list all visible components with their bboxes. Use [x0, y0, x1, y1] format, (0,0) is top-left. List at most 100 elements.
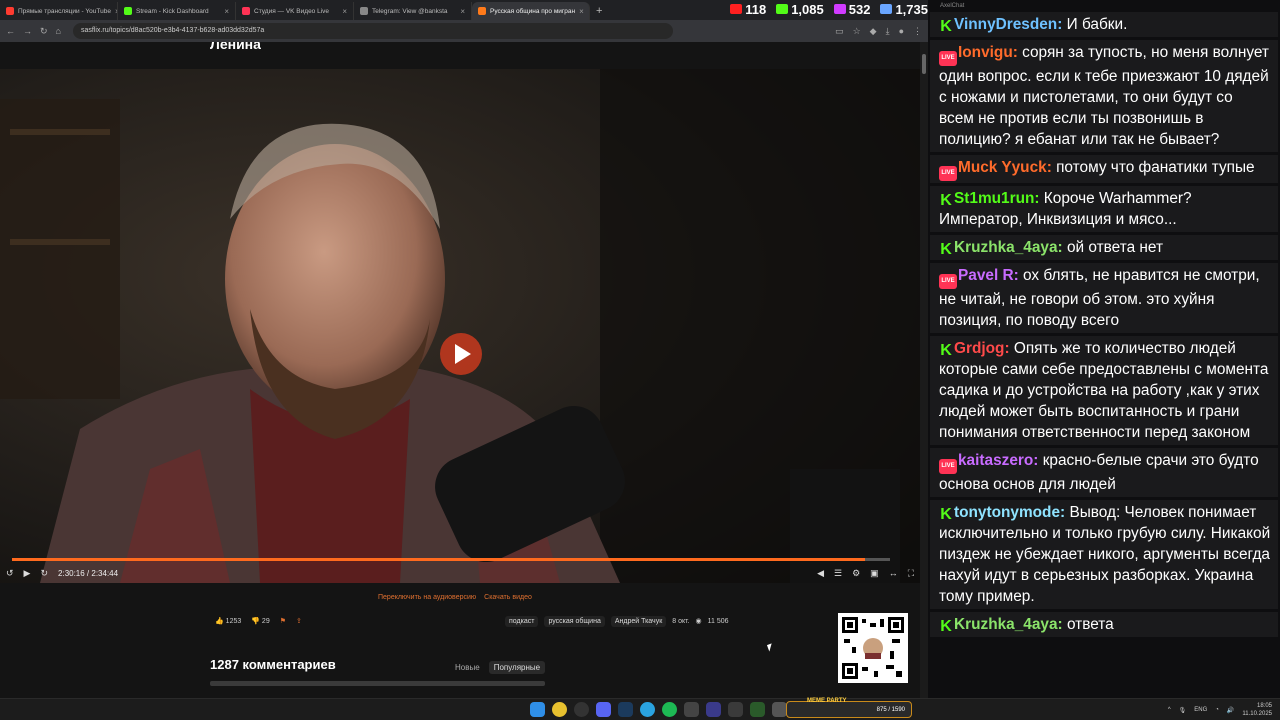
pip-icon[interactable]: ▣ — [870, 568, 879, 579]
comment-input-bar[interactable] — [210, 681, 545, 686]
fullscreen-icon[interactable]: ⛶ — [908, 568, 914, 579]
obs-icon[interactable] — [574, 702, 589, 717]
video-progress-bar[interactable] — [12, 558, 890, 561]
playlist-icon[interactable]: ☰ — [834, 568, 842, 579]
page-scrollbar[interactable] — [920, 42, 928, 698]
browser-tab[interactable]: Stream - Kick Dashboard × — [118, 2, 236, 20]
play-button[interactable] — [440, 333, 482, 375]
chat-message: LIVE Muck Yyuck: потому что фанатики тупы… — [930, 155, 1278, 183]
url-field[interactable]: sasflix.ru/topics/d8ac520b-e3b4-4137-b62… — [72, 23, 673, 39]
tab-close-icon[interactable]: × — [460, 7, 465, 16]
forward-skip-icon[interactable]: ↻ — [40, 568, 48, 579]
chat-username[interactable]: VinnyDresden — [954, 16, 1057, 33]
chat-username[interactable]: St1mu1run — [954, 190, 1034, 207]
chat-username[interactable]: Pavel R — [958, 267, 1014, 284]
browser-tab[interactable]: Прямые трансляции - YouTube× — [0, 2, 118, 20]
app-icon[interactable] — [684, 702, 699, 717]
chat-username[interactable]: tonytonymode — [954, 504, 1060, 521]
browser-tab[interactable]: Русская община про мигран × — [472, 2, 590, 20]
meme-party-counter: 875 / 1590 — [876, 706, 905, 713]
mic-icon[interactable]: 🎙 — [1179, 707, 1187, 714]
vk-badge-icon: LIVE — [939, 166, 957, 181]
tag-community[interactable]: русская община — [544, 615, 605, 627]
telegram-icon[interactable] — [640, 702, 655, 717]
taskbar-apps — [530, 702, 809, 717]
chat-separator: : — [1046, 159, 1057, 176]
sort-new[interactable]: Новые — [450, 661, 485, 674]
chat-username[interactable]: Muck Yyuck — [958, 159, 1047, 176]
scrollbar-thumb[interactable] — [922, 54, 926, 74]
tag-podcast[interactable]: подкаст — [505, 615, 539, 627]
back-icon[interactable]: ← — [6, 26, 15, 36]
viewer-counters: 118 1,085 532 1,735 — [730, 0, 928, 18]
tray-arrow-icon[interactable]: ^ — [1168, 707, 1171, 713]
bookmark-icon[interactable]: ⚑ — [280, 617, 286, 625]
terminal-icon[interactable] — [772, 702, 787, 717]
chat-separator: : — [1057, 16, 1067, 33]
address-bar: ← → ↻ ⌂ sasflix.ru/topics/d8ac520b-e3b4-… — [0, 20, 928, 42]
extensions-icon[interactable]: ◆ — [870, 26, 877, 37]
gamepad-icon[interactable] — [728, 702, 743, 717]
share-icon[interactable]: ⇪ — [296, 617, 302, 625]
tab-favicon-icon — [6, 7, 14, 15]
windows-start-icon[interactable] — [530, 702, 545, 717]
settings-icon[interactable]: ⚙ — [852, 568, 860, 579]
meme-party-widget[interactable]: MEME PARTY 875 / 1590 — [786, 698, 912, 718]
tab-close-icon[interactable]: × — [579, 7, 584, 16]
tab-close-icon[interactable]: × — [224, 7, 229, 16]
chat-message: K St1mu1run: Короче Warhammer? Император,… — [930, 186, 1278, 232]
viewer-counter-kick: 1,085 — [776, 2, 824, 17]
chat-text: И бабки. — [1066, 16, 1128, 33]
like-button[interactable]: 👍 1253 — [215, 617, 241, 625]
download-icon[interactable]: ⤓ — [886, 26, 890, 37]
chat-username[interactable]: Kruzhka_4aya — [954, 616, 1058, 633]
chat-window-title: AxelChat — [940, 3, 965, 9]
new-tab-button[interactable]: + — [590, 2, 608, 20]
tab-favicon-icon — [360, 7, 368, 15]
dislike-count: 29 — [261, 618, 270, 625]
browser-tab[interactable]: Telegram: View @banksta × — [354, 2, 472, 20]
reload-icon[interactable]: ↻ — [40, 26, 48, 37]
chat-username[interactable]: Ionvigu — [958, 44, 1013, 61]
wifi-icon[interactable]: ◔ — [1215, 707, 1219, 713]
tab-close-icon[interactable]: × — [342, 7, 347, 16]
files-icon[interactable] — [750, 702, 765, 717]
chat-username[interactable]: Kruzhka_4aya — [954, 239, 1058, 256]
kick-badge-icon: K — [940, 618, 952, 635]
play-small-icon[interactable]: ▶ — [24, 568, 31, 579]
home-icon[interactable]: ⌂ — [56, 26, 61, 36]
steam-icon[interactable] — [618, 702, 633, 717]
discord-icon[interactable] — [596, 702, 611, 717]
menu-icon[interactable]: ⋮ — [913, 26, 922, 37]
page-title: Ленина — [210, 42, 261, 52]
bookmark-star-icon[interactable]: ☆ — [853, 26, 861, 37]
browser-tab[interactable]: Студия — VK Видео Live × — [236, 2, 354, 20]
video-player[interactable]: ↺ ▶ ↻ 2:30:16 / 2:34:44 ◀ ☰ ⚙ ▣ ↔ ⛶ — [0, 69, 920, 583]
cast-icon[interactable]: ▭ — [835, 26, 844, 37]
download-video-link[interactable]: Скачать видео — [484, 594, 532, 601]
views-icon: ◉ — [695, 618, 702, 625]
media-icon[interactable] — [706, 702, 721, 717]
volume-tray-icon[interactable]: 🔊 — [1227, 707, 1234, 714]
audio-version-link[interactable]: Переключить на аудиоверсию — [378, 594, 476, 601]
forward-icon[interactable]: → — [23, 26, 32, 36]
chat-username[interactable]: Grdjog — [954, 340, 1004, 357]
volume-icon[interactable]: ◀ — [817, 568, 824, 579]
spotify-icon[interactable] — [662, 702, 677, 717]
player-links: Переключить на аудиоверсию Скачать видео — [378, 594, 532, 601]
sort-popular[interactable]: Популярные — [488, 661, 546, 674]
chat-separator: : — [1013, 267, 1024, 284]
language-indicator[interactable]: ENG — [1194, 707, 1207, 713]
chrome-icon[interactable] — [552, 702, 567, 717]
tab-label: Прямые трансляции - YouTube — [18, 7, 111, 15]
theater-icon[interactable]: ↔ — [889, 568, 898, 578]
chat-message: K Kruzhka_4aya: ой ответа нет — [930, 235, 1278, 260]
chat-separator: : — [1033, 452, 1043, 469]
profile-icon[interactable]: ● — [899, 26, 904, 37]
tag-person[interactable]: Андрей Ткачук — [610, 615, 667, 627]
player-controls: ↺ ▶ ↻ 2:30:16 / 2:34:44 ◀ ☰ ⚙ ▣ ↔ ⛶ — [0, 563, 920, 583]
chat-username[interactable]: kaitaszero — [958, 452, 1033, 469]
rewind-icon[interactable]: ↺ — [6, 568, 14, 579]
dislike-button[interactable]: 👎 29 — [251, 617, 269, 625]
clock[interactable]: 18:05 11.10.2025 — [1242, 702, 1272, 718]
